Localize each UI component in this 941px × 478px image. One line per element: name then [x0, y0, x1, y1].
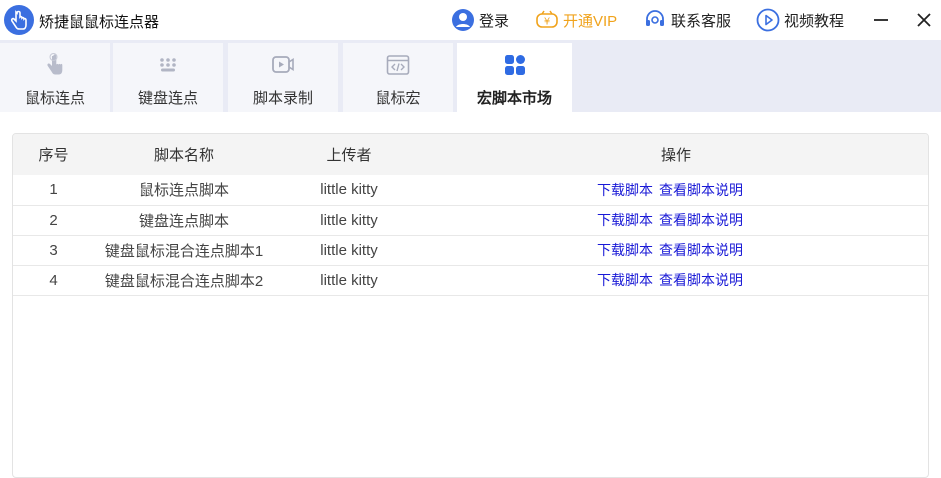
download-script-link[interactable]: 下载脚本 — [597, 182, 653, 198]
row-uploader: little kitty — [320, 181, 378, 199]
table-row: 3 键盘鼠标混合连点脚本1 little kitty 下载脚本 查看脚本说明 — [13, 235, 928, 265]
script-table: 序号 脚本名称 上传者 操作 1 鼠标连点脚本 little kitty 下载脚本 查看… — [13, 134, 928, 296]
play-circle-icon — [756, 8, 780, 32]
code-window-icon — [385, 52, 411, 78]
table-row: 2 键盘连点脚本 little kitty 下载脚本 查看脚本说明 — [13, 205, 928, 235]
tab-mouse-click[interactable]: 鼠标连点 — [0, 43, 110, 112]
download-script-link[interactable]: 下载脚本 — [597, 272, 653, 288]
row-script-name: 鼠标连点脚本 — [138, 182, 229, 200]
row-operations: 下载脚本 查看脚本说明 — [424, 265, 928, 295]
header-uploader: 上传者 — [326, 147, 372, 164]
record-video-icon — [270, 52, 296, 78]
tab-script-record[interactable]: 脚本录制 — [228, 43, 338, 112]
row-operations: 下载脚本 查看脚本说明 — [424, 205, 928, 235]
view-script-readme-link[interactable]: 查看脚本说明 — [659, 242, 743, 258]
row-operations: 下载脚本 查看脚本说明 — [424, 235, 928, 265]
header-no: 序号 — [38, 147, 69, 164]
tab-bar: 鼠标连点 键盘连点 脚本录制 鼠标宏 宏脚本市场 — [0, 40, 941, 112]
title-bar: 矫捷鼠鼠标连点器 登录 ¥ 开通VIP 联系客服 视频教程 — [0, 0, 941, 40]
hand-pointer-icon — [42, 52, 68, 78]
video-label: 视频教程 — [784, 12, 845, 30]
vip-button[interactable]: ¥ 开通VIP — [535, 7, 617, 33]
tab-macro-market[interactable]: 宏脚本市场 — [457, 43, 572, 112]
grid-apps-icon — [502, 52, 528, 78]
row-script-name: 键盘鼠标混合连点脚本2 — [104, 272, 264, 290]
tab-mouse-macro[interactable]: 鼠标宏 — [343, 43, 453, 112]
svg-text:¥: ¥ — [544, 17, 550, 28]
minimize-button[interactable] — [869, 8, 893, 32]
row-no: 1 — [49, 181, 58, 199]
video-tutorial-button[interactable]: 视频教程 — [756, 7, 844, 33]
table-row: 4 键盘鼠标混合连点脚本2 little kitty 下载脚本 查看脚本说明 — [13, 265, 928, 295]
table-row: 1 鼠标连点脚本 little kitty 下载脚本 查看脚本说明 — [13, 175, 928, 205]
tab-label: 鼠标宏 — [375, 90, 421, 107]
close-button[interactable] — [912, 8, 936, 32]
header-name: 脚本名称 — [153, 147, 214, 164]
app-title: 矫捷鼠鼠标连点器 — [39, 14, 160, 31]
app-logo-icon — [4, 5, 34, 35]
row-uploader: little kitty — [320, 241, 378, 259]
vip-coin-icon: ¥ — [535, 8, 559, 32]
tab-label: 鼠标连点 — [24, 90, 85, 107]
row-script-name: 键盘鼠标混合连点脚本1 — [104, 242, 264, 260]
user-icon — [451, 8, 475, 32]
row-no: 3 — [49, 241, 58, 259]
customer-service-button[interactable]: 联系客服 — [643, 7, 731, 33]
view-script-readme-link[interactable]: 查看脚本说明 — [659, 272, 743, 288]
table-header-row: 序号 脚本名称 上传者 操作 — [13, 134, 928, 175]
tab-label: 脚本录制 — [252, 90, 313, 107]
minimize-icon — [874, 19, 888, 21]
row-script-name: 键盘连点脚本 — [138, 212, 229, 230]
tab-label: 宏脚本市场 — [476, 90, 552, 107]
vip-label: 开通VIP — [563, 12, 618, 30]
download-script-link[interactable]: 下载脚本 — [597, 242, 653, 258]
login-label: 登录 — [479, 12, 510, 30]
row-no: 2 — [49, 211, 58, 229]
row-operations: 下载脚本 查看脚本说明 — [424, 175, 928, 205]
login-button[interactable]: 登录 — [451, 7, 509, 33]
service-label: 联系客服 — [671, 12, 732, 30]
row-uploader: little kitty — [320, 271, 378, 289]
headset-icon — [643, 8, 667, 32]
keyboard-dots-icon — [155, 52, 181, 78]
download-script-link[interactable]: 下载脚本 — [597, 212, 653, 228]
view-script-readme-link[interactable]: 查看脚本说明 — [659, 182, 743, 198]
view-script-readme-link[interactable]: 查看脚本说明 — [659, 212, 743, 228]
script-market-panel: 序号 脚本名称 上传者 操作 1 鼠标连点脚本 little kitty 下载脚本 查看… — [12, 133, 929, 478]
header-ops: 操作 — [660, 147, 691, 164]
tab-label: 键盘连点 — [137, 90, 198, 107]
tab-keyboard-click[interactable]: 键盘连点 — [113, 43, 223, 112]
row-no: 4 — [49, 271, 58, 289]
row-uploader: little kitty — [320, 211, 378, 229]
close-icon — [917, 13, 931, 27]
